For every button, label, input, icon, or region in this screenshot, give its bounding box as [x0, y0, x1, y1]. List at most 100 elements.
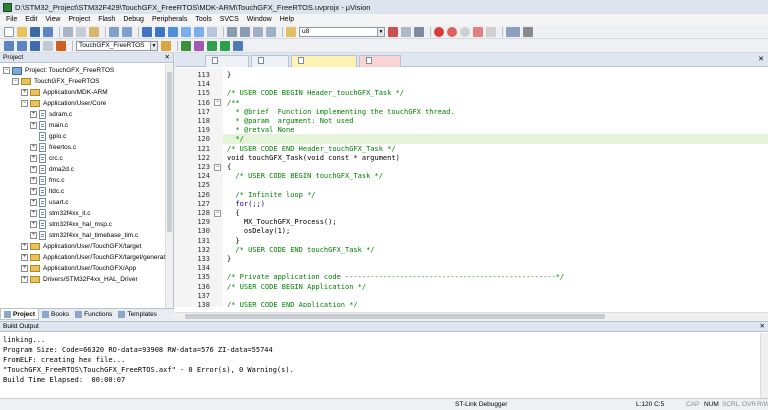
expand-icon[interactable]: + [21, 276, 28, 283]
expand-icon[interactable]: + [21, 243, 28, 250]
expand-icon[interactable]: + [21, 254, 28, 261]
tree-file-item[interactable]: + stm32f4xx_hal_msp.c [30, 219, 112, 230]
editor-tab-fmc-c[interactable]: fmc.c [251, 55, 289, 77]
tree-folder-item[interactable]: − Application/User/Core [21, 98, 106, 109]
new-file-icon[interactable] [4, 26, 14, 37]
browse-icon[interactable] [414, 26, 424, 37]
collapse-icon[interactable]: − [3, 67, 10, 74]
translate-icon[interactable] [4, 40, 14, 51]
bookmark-next-icon[interactable] [194, 26, 204, 37]
download-icon[interactable] [56, 40, 66, 51]
uncomment-icon[interactable] [266, 26, 276, 37]
indent-icon[interactable] [227, 26, 237, 37]
tree-file-item[interactable]: + ltdc.c [30, 186, 64, 197]
tree-folder-item[interactable]: − Project: TouchGFX_FreeRTOS [3, 65, 114, 76]
expand-icon[interactable]: + [30, 188, 37, 195]
scrollbar-thumb[interactable] [185, 314, 605, 319]
copy-icon[interactable] [76, 26, 86, 37]
project-tree-scrollbar[interactable] [165, 64, 173, 308]
disable-breakpoint-icon[interactable] [460, 26, 470, 37]
manage-run-time-icon[interactable] [194, 40, 204, 51]
editor-tab-touchgfxhal-cpp[interactable]: TouchGFXHAL.cpp [291, 55, 357, 77]
target-select[interactable]: TouchGFX_FreeRTOS ▼ [76, 40, 158, 51]
tree-file-item[interactable]: gpio.c [30, 131, 66, 142]
expand-icon[interactable]: + [30, 210, 37, 217]
tree-file-item[interactable]: + freertos.c [30, 142, 76, 153]
editor-tab-freertos-c[interactable]: freertos.c [359, 55, 401, 77]
fold-toggle-icon[interactable]: − [214, 99, 221, 107]
options-for-target-icon[interactable] [161, 40, 171, 51]
menu-tools[interactable]: Tools [191, 16, 215, 23]
unindent-icon[interactable] [240, 26, 250, 37]
save-icon[interactable] [30, 26, 40, 37]
menu-file[interactable]: File [2, 16, 21, 23]
expand-icon[interactable]: + [30, 177, 37, 184]
manage-project-items-icon[interactable] [181, 40, 191, 51]
menu-edit[interactable]: Edit [21, 16, 41, 23]
undo-icon[interactable] [109, 26, 119, 37]
collapse-icon[interactable]: − [12, 78, 19, 85]
incremental-find-icon[interactable] [401, 26, 411, 37]
find-combo[interactable]: u8 ▼ [299, 26, 385, 37]
tree-file-item[interactable]: + main.c [30, 120, 68, 131]
menu-window[interactable]: Window [243, 16, 276, 23]
batch-build-icon[interactable] [43, 40, 53, 51]
fold-toggle-icon[interactable]: − [214, 209, 221, 217]
expand-icon[interactable]: + [30, 166, 37, 173]
nav-back-icon[interactable] [142, 26, 152, 37]
tree-folder-item[interactable]: + Application/User/TouchGFX/App [21, 263, 136, 274]
find-in-files-icon[interactable] [286, 26, 296, 37]
close-icon[interactable]: ✕ [760, 322, 765, 332]
panel-tab-functions[interactable]: Functions [72, 309, 115, 320]
start-debug-icon[interactable] [434, 26, 444, 37]
configure-icon[interactable] [523, 26, 533, 37]
bookmark-icon[interactable] [168, 26, 178, 37]
comment-icon[interactable] [253, 26, 263, 37]
menu-view[interactable]: View [41, 16, 64, 23]
tree-file-item[interactable]: + crc.c [30, 153, 63, 164]
breakpoint-icon[interactable] [447, 26, 457, 37]
expand-icon[interactable]: + [30, 199, 37, 206]
collapse-icon[interactable]: − [21, 100, 28, 107]
bookmark-prev-icon[interactable] [181, 26, 191, 37]
redo-icon[interactable] [122, 26, 132, 37]
tree-file-item[interactable]: + usart.c [30, 197, 69, 208]
expand-icon[interactable]: + [30, 144, 37, 151]
kill-breakpoints-icon[interactable] [473, 26, 483, 37]
editor-tab-sdram-c[interactable]: sdram.c [205, 55, 249, 77]
chevron-down-icon[interactable]: ▼ [150, 41, 157, 50]
scrollbar-thumb[interactable] [167, 72, 172, 232]
panel-tab-project[interactable]: Project [0, 309, 40, 320]
find-icon[interactable] [388, 26, 398, 37]
menu-help[interactable]: Help [276, 16, 298, 23]
close-icon[interactable]: ✕ [165, 53, 170, 63]
clear-bookmarks-icon[interactable] [207, 26, 217, 37]
expand-icon[interactable]: + [30, 111, 37, 118]
expand-icon[interactable]: + [21, 265, 28, 272]
tree-file-item[interactable]: + stm32f4xx_it.c [30, 208, 91, 219]
menu-project[interactable]: Project [64, 16, 94, 23]
panel-tab-books[interactable]: Books [39, 309, 72, 320]
nav-forward-icon[interactable] [155, 26, 165, 37]
select-packs-icon[interactable] [207, 40, 217, 51]
tree-folder-item[interactable]: − TouchGFX_FreeRTOS [12, 76, 100, 87]
build-output-scrollbar[interactable] [760, 333, 768, 399]
open-folder-icon[interactable] [17, 26, 27, 37]
panel-tab-templates[interactable]: Templates [115, 309, 160, 320]
expand-icon[interactable]: + [21, 89, 28, 96]
expand-icon[interactable]: + [30, 221, 37, 228]
chevron-down-icon[interactable]: ▼ [377, 27, 384, 36]
menu-debug[interactable]: Debug [119, 16, 148, 23]
expand-icon[interactable]: + [30, 232, 37, 239]
close-icon[interactable]: ✕ [758, 55, 764, 63]
remove-breakpoints-icon[interactable] [486, 26, 496, 37]
tree-file-item[interactable]: + sdram.c [30, 109, 72, 120]
tree-folder-item[interactable]: + Application/User/TouchGFX/target [21, 241, 141, 252]
window-layout-icon[interactable] [506, 26, 520, 37]
expand-icon[interactable]: + [30, 122, 37, 129]
tree-file-item[interactable]: + fmc.c [30, 175, 65, 186]
editor-horizontal-scrollbar[interactable] [175, 312, 768, 320]
save-all-icon[interactable] [43, 26, 53, 37]
menu-svcs[interactable]: SVCS [216, 16, 243, 23]
fold-toggle-icon[interactable]: − [214, 163, 221, 171]
